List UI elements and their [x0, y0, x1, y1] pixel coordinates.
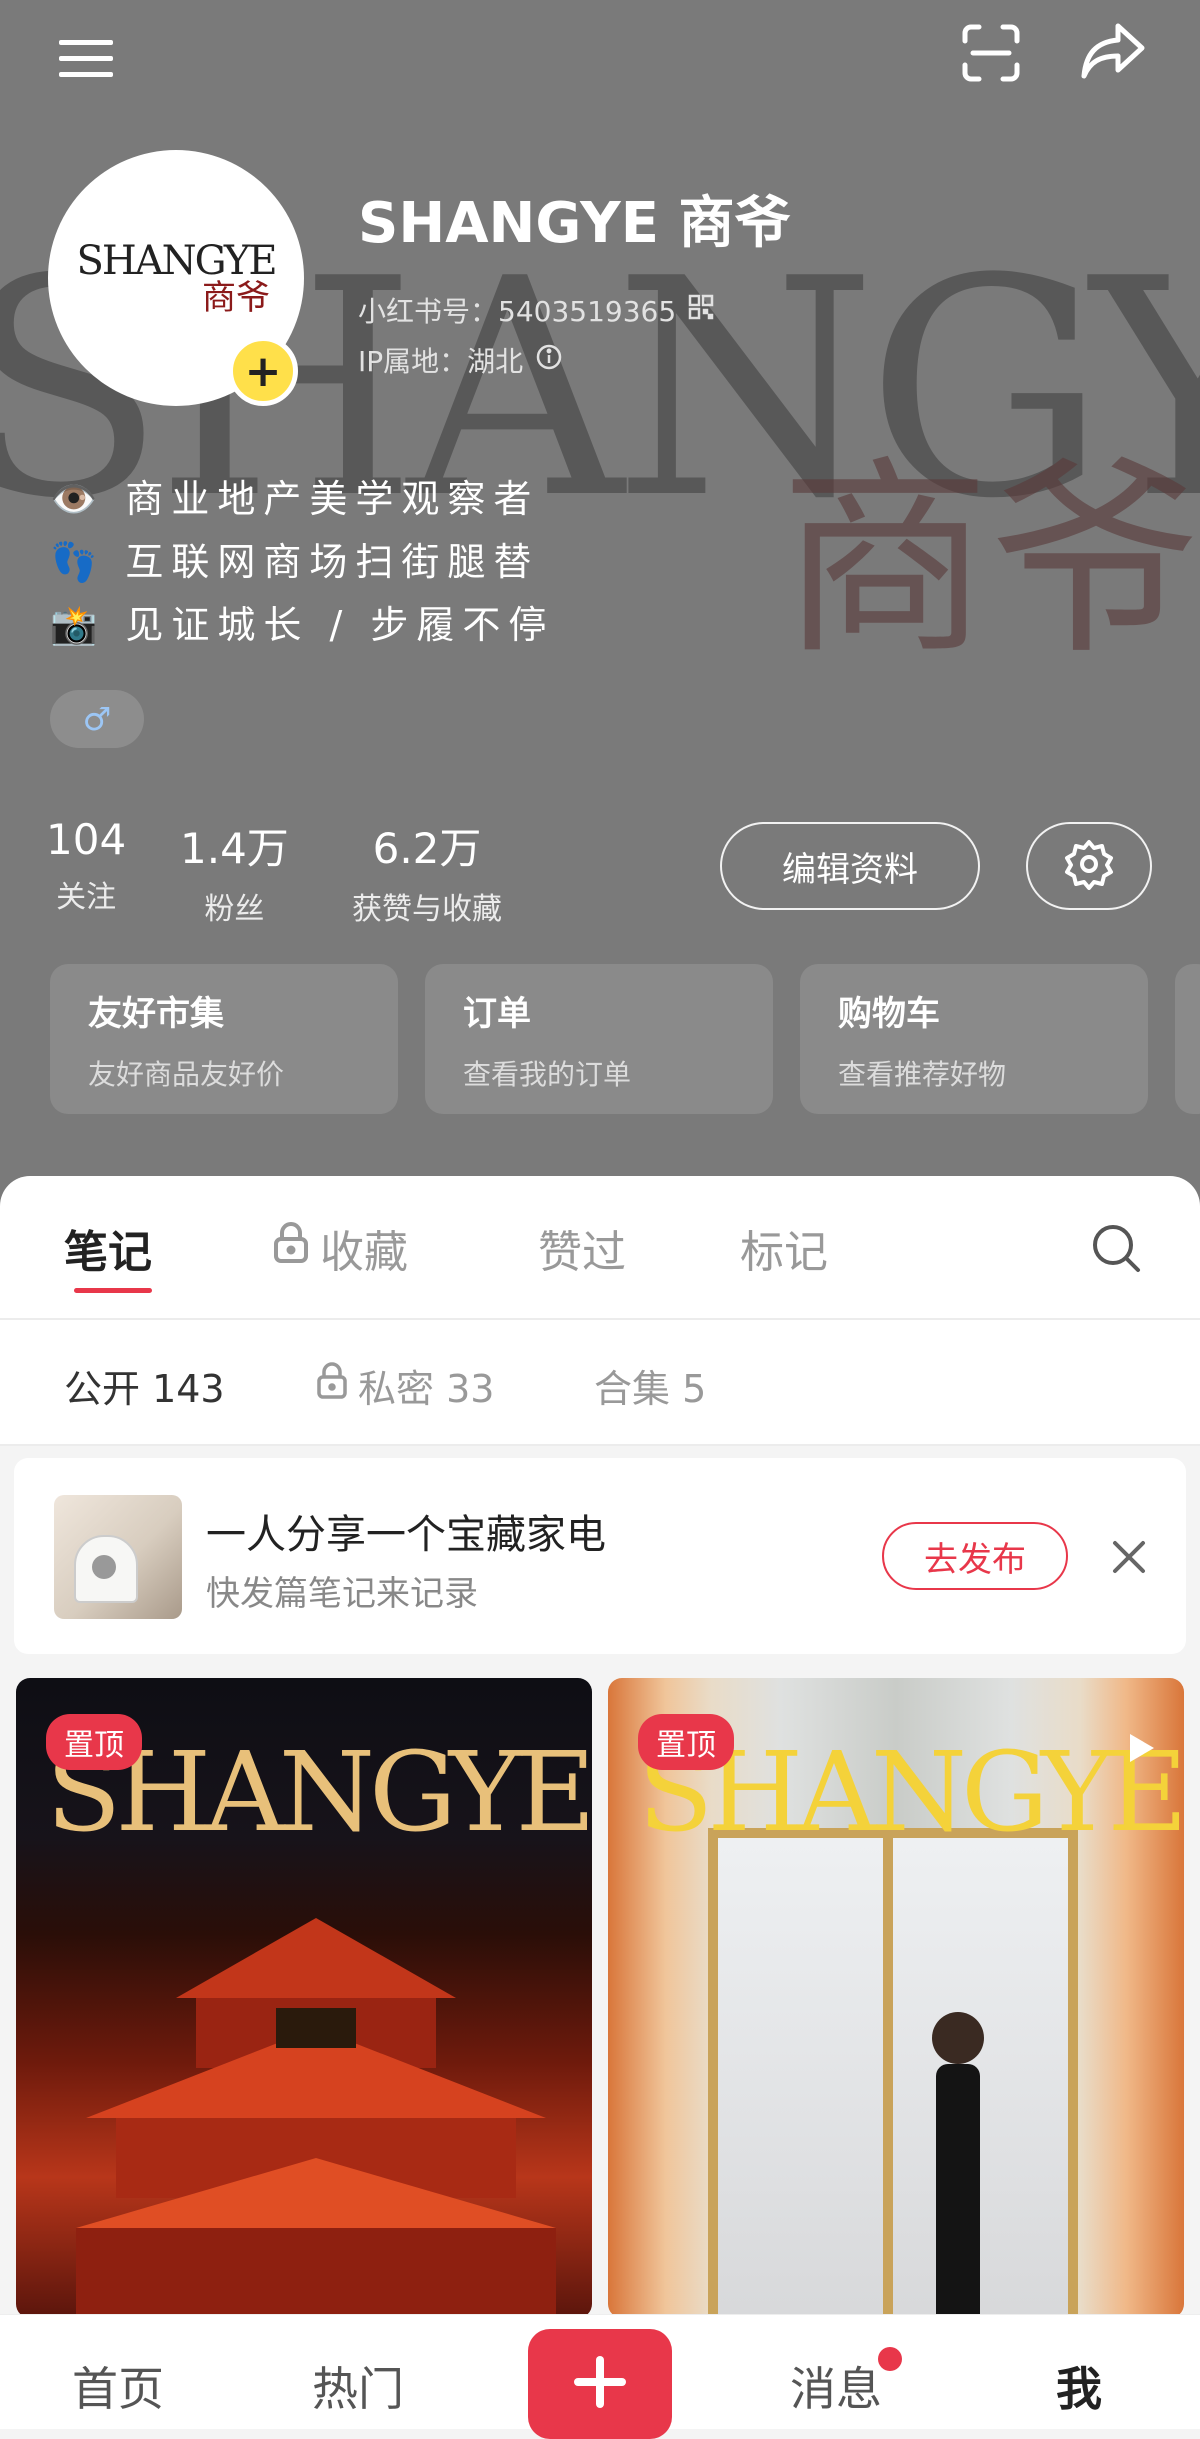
- tab-label: 标记: [740, 1227, 828, 1278]
- nav-messages[interactable]: 消息: [790, 2353, 882, 2419]
- tab-label: 赞过: [538, 1227, 626, 1278]
- card-subtitle: 查看我的订单: [463, 1058, 632, 1091]
- profile-ip-row: IP属地：湖北: [358, 340, 563, 380]
- plus-icon: [572, 2354, 628, 2414]
- notes-panel: 笔记 收藏 赞过 标记 公开 143 私密 33 合集 5 一人分享一个宝藏家电…: [0, 1176, 1200, 2428]
- notes-feed: 一人分享一个宝藏家电 快发篇笔记来记录 去发布 SHANGYE 置顶 SHANG…: [0, 1446, 1200, 2428]
- stat-value: 6.2万: [372, 824, 482, 873]
- subtab-label: 公开 143: [64, 1367, 225, 1411]
- prompt-thumbnail: [54, 1495, 182, 1619]
- lock-icon: [316, 1362, 348, 1409]
- gender-male-icon: ♂: [50, 690, 144, 748]
- publish-prompt-card: 一人分享一个宝藏家电 快发篇笔记来记录 去发布: [14, 1458, 1186, 1654]
- stat-following[interactable]: 104 关注: [46, 815, 126, 916]
- lock-icon: [272, 1221, 310, 1276]
- note-filter-tabs: 公开 143 私密 33 合集 5: [0, 1318, 1200, 1446]
- subtab-collections[interactable]: 合集 5: [594, 1358, 706, 1413]
- scan-icon[interactable]: [958, 20, 1024, 86]
- info-icon[interactable]: [535, 343, 563, 378]
- bio-line: 👁️ 商业地产美学观察者: [50, 477, 540, 521]
- tab-notes[interactable]: 笔记: [64, 1216, 152, 1280]
- gear-icon: [1063, 838, 1115, 894]
- store-entrance-image: [708, 1828, 1078, 2318]
- video-play-icon: [1128, 1732, 1156, 1768]
- card-subtitle: 查看推荐好物: [838, 1058, 1007, 1091]
- card-orders[interactable]: 订单 查看我的订单: [425, 964, 773, 1114]
- bio-line: 📸 见证城长 / 步履不停: [50, 603, 555, 647]
- pagoda-image: [76, 1918, 556, 2318]
- tab-collections[interactable]: 收藏: [272, 1216, 408, 1280]
- profile-id: 小红书号：5403519365: [358, 295, 677, 328]
- card-title: 友好市集: [88, 994, 224, 1034]
- tab-label: 收藏: [320, 1227, 408, 1278]
- prompt-title: 一人分享一个宝藏家电: [206, 1512, 606, 1558]
- pinned-badge: 置顶: [46, 1714, 142, 1770]
- tab-liked[interactable]: 赞过: [538, 1216, 626, 1280]
- stat-followers[interactable]: 1.4万 粉丝: [180, 815, 289, 928]
- card-title: 订单: [463, 994, 531, 1034]
- edit-profile-button[interactable]: 编辑资料: [720, 822, 980, 910]
- subtab-label: 私密 33: [358, 1367, 495, 1411]
- background-logo-cn: 商爷: [780, 438, 1200, 683]
- bottom-navigation: 首页 热门 消息 我: [0, 2314, 1200, 2439]
- profile-name: SHANGYE 商爷: [358, 191, 791, 256]
- bio-line: 👣 互联网商场扫街腿替: [50, 540, 540, 584]
- card-subtitle: 友好商品友好价: [88, 1058, 285, 1091]
- avatar-text-cn: 商爷: [202, 277, 270, 318]
- profile-header: SHANGYE 商爷 SHANGYE 商爷 + SHANGYE 商爷 小红书号：…: [0, 0, 1200, 1210]
- content-tabs: 笔记 收藏 赞过 标记: [0, 1176, 1200, 1320]
- person-image: [932, 2012, 984, 2318]
- card-title: 购物车: [838, 994, 940, 1034]
- nav-hot[interactable]: 热门: [312, 2353, 404, 2419]
- add-avatar-plus-icon[interactable]: +: [228, 336, 298, 406]
- subtab-private[interactable]: 私密 33: [316, 1358, 494, 1413]
- card-friendly-market[interactable]: 友好市集 友好商品友好价: [50, 964, 398, 1114]
- subtab-public[interactable]: 公开 143: [64, 1358, 225, 1413]
- stat-label: 关注: [56, 880, 117, 915]
- share-icon[interactable]: [1078, 18, 1148, 84]
- qr-code-icon[interactable]: [688, 294, 714, 327]
- stat-label: 获赞与收藏: [352, 892, 502, 927]
- note-card[interactable]: SHANGYE 置顶: [608, 1678, 1184, 2318]
- nav-me[interactable]: 我: [1056, 2353, 1102, 2419]
- stat-label: 粉丝: [204, 892, 265, 927]
- settings-button[interactable]: [1026, 822, 1152, 910]
- close-icon[interactable]: [1104, 1532, 1154, 1582]
- subtab-label: 合集 5: [594, 1367, 707, 1411]
- card-cart[interactable]: 购物车 查看推荐好物: [800, 964, 1148, 1114]
- profile-bio: 👁️ 商业地产美学观察者 👣 互联网商场扫街腿替 📸 见证城长 / 步履不停: [50, 468, 554, 657]
- search-icon[interactable]: [1088, 1220, 1144, 1276]
- tab-marked[interactable]: 标记: [740, 1216, 828, 1280]
- card-more-peek[interactable]: [1175, 964, 1200, 1114]
- prompt-subtitle: 快发篇笔记来记录: [206, 1574, 478, 1614]
- profile-ip: IP属地：湖北: [358, 345, 524, 378]
- active-tab-indicator: [74, 1288, 152, 1293]
- note-card[interactable]: SHANGYE 置顶: [16, 1678, 592, 2318]
- create-post-button[interactable]: [528, 2329, 672, 2439]
- stat-likes-collections[interactable]: 6.2万 获赞与收藏: [352, 815, 502, 928]
- door-frame: [883, 1828, 893, 2318]
- stat-value: 1.4万: [180, 824, 289, 873]
- pinned-badge: 置顶: [638, 1714, 734, 1770]
- unread-dot: [878, 2347, 902, 2371]
- publish-button[interactable]: 去发布: [882, 1522, 1068, 1590]
- stat-value: 104: [46, 815, 127, 864]
- profile-id-row: 小红书号：5403519365: [358, 290, 714, 330]
- tab-label: 笔记: [64, 1227, 152, 1278]
- nav-home[interactable]: 首页: [72, 2353, 164, 2419]
- hamburger-menu-icon[interactable]: [54, 30, 118, 86]
